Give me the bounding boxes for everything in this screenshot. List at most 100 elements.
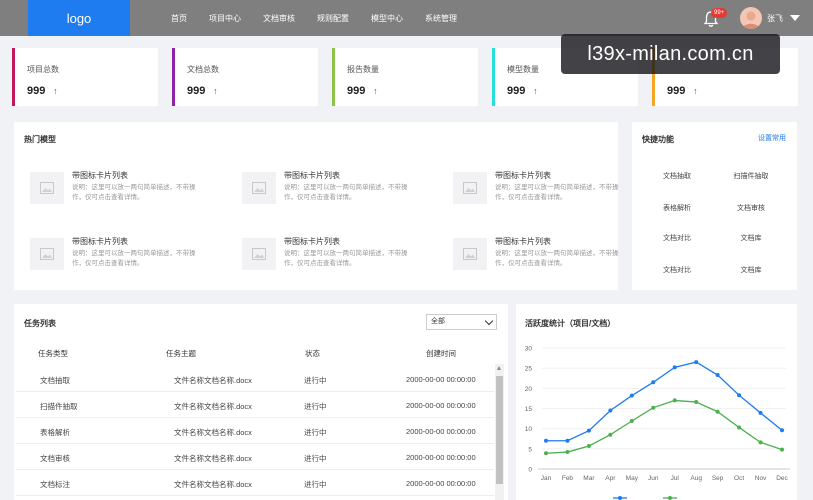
quick-function-item[interactable]: 文档审核	[721, 203, 781, 213]
select-value: 全部	[431, 318, 445, 325]
chevron-down-icon	[484, 316, 494, 326]
stat-title: 项目总数	[27, 65, 59, 74]
stat-card-documents: 文档总数 999 ↑	[172, 48, 318, 106]
x-tick-label: Aug	[690, 475, 702, 482]
quick-function-item[interactable]: 文档对比	[647, 233, 707, 243]
model-card[interactable]: 带图标卡片列表说明：这里可以放一两句简单描述，不带操作，仅可点击查看详情。	[453, 234, 633, 278]
stat-title: 文档总数	[187, 65, 219, 74]
table-row[interactable]: 表格解析 文件名称文档名称.docx 进行中 2000-00-00 00:00:00	[16, 418, 494, 444]
logo[interactable]: logo	[28, 0, 130, 36]
model-description: 说明：这里可以放一两句简单描述，不带操作，仅可点击查看详情。	[284, 184, 408, 201]
model-card[interactable]: 带图标卡片列表 说明：这里可以放一两句简单描述，不带操作，仅可点击查看详情。	[30, 234, 210, 278]
x-tick-label: Feb	[562, 475, 574, 482]
stat-value: 999	[187, 85, 206, 97]
scrollbar[interactable]	[495, 364, 504, 500]
table-row[interactable]: 扫描件抽取 文件名称文档名称.docx 进行中 2000-00-00 00:00:00	[16, 392, 494, 418]
table-cell: 2000-00-00 00:00:00	[406, 401, 476, 410]
data-point	[544, 451, 548, 456]
nav-document-review[interactable]: 文档审核	[252, 0, 306, 36]
nav-rule-config[interactable]: 规则配置	[306, 0, 360, 36]
user-name[interactable]: 张飞	[767, 13, 783, 24]
data-point	[737, 425, 742, 430]
image-placeholder-icon	[453, 172, 487, 204]
data-point	[586, 428, 591, 433]
y-tick-label: 30	[525, 346, 533, 353]
model-description: 说明：这里可以放一两句简单描述，不带操作，仅可点击查看详情。	[495, 250, 619, 267]
quick-function-item[interactable]: 表格解析	[647, 203, 707, 213]
legend-dot	[668, 496, 672, 500]
table-row[interactable]: 文档抽取 文件名称文档名称.docx 进行中 2000-00-00 00:00:00	[16, 366, 494, 392]
nav-model-center[interactable]: 模型中心	[360, 0, 414, 36]
data-point	[565, 450, 570, 455]
model-card[interactable]: 带图标卡片列表 说明：这里可以放一两句简单描述，不带操作，仅可点击查看详情。	[453, 168, 633, 212]
quick-function-item[interactable]: 文档库	[721, 233, 781, 243]
table-cell: 进行中	[304, 402, 327, 411]
y-tick-label: 25	[525, 366, 533, 373]
x-tick-label: Apr	[605, 475, 616, 482]
data-point	[780, 428, 784, 433]
arrow-up-icon: ↑	[373, 86, 378, 96]
stat-card-reports: 报告数量 999 ↑	[332, 48, 478, 106]
image-placeholder-icon	[30, 172, 64, 204]
data-point	[651, 405, 656, 410]
y-tick-label: 5	[528, 446, 532, 453]
table-cell: 文件名称文档名称.docx	[174, 402, 252, 411]
table-row[interactable]: 文档标注 文件名称文档名称.docx 进行中 2000-00-00 00:00:00	[16, 470, 494, 496]
table-cell: 文档抽取	[40, 376, 70, 385]
panel-title: 热门模型	[24, 135, 56, 144]
watermark: l39x-milan.com.cn	[561, 34, 780, 74]
y-tick-label: 0	[528, 467, 532, 474]
data-point	[544, 438, 548, 443]
table-cell: 2000-00-00 00:00:00	[406, 375, 476, 384]
image-placeholder-icon	[242, 238, 276, 270]
model-title: 带图标卡片列表	[495, 237, 551, 246]
scroll-up-icon[interactable]	[497, 366, 501, 370]
notification-badge: 99+	[711, 8, 728, 18]
data-point	[694, 360, 699, 365]
table-cell: 进行中	[304, 376, 327, 385]
x-tick-label: Nov	[755, 475, 767, 482]
data-point	[715, 373, 720, 378]
nav-system-admin[interactable]: 系统管理	[414, 0, 468, 36]
legend-dot	[618, 496, 622, 500]
data-point	[780, 447, 784, 452]
column-header: 状态	[305, 349, 320, 358]
column-header: 任务类型	[38, 349, 68, 358]
main-nav: 首页 项目中心 文档审核 规则配置 模型中心 系统管理	[160, 0, 468, 36]
data-point	[651, 380, 656, 385]
arrow-up-icon: ↑	[533, 86, 538, 96]
stat-value: 999	[507, 85, 526, 97]
activity-line-chart: 0 5 10 15 20 25 30 Jan Feb Mar Apr May Jun Jul Aug Sep O…	[525, 346, 790, 500]
stat-card-projects: 项目总数 999 ↑	[12, 48, 158, 106]
image-placeholder-icon	[242, 172, 276, 204]
quick-function-item[interactable]: 文档对比	[647, 265, 707, 275]
scrollbar-thumb[interactable]	[496, 376, 503, 484]
avatar[interactable]	[740, 7, 762, 29]
quick-function-item[interactable]: 文档库	[721, 265, 781, 275]
stat-value: 999	[347, 85, 366, 97]
table-cell: 文件名称文档名称.docx	[174, 428, 252, 437]
status-filter-select[interactable]: 全部	[426, 314, 497, 330]
model-title: 带图标卡片列表	[284, 237, 340, 246]
table-cell: 文件名称文档名称.docx	[174, 454, 252, 463]
quick-function-item[interactable]: 文档抽取	[647, 171, 707, 181]
column-header: 任务主题	[166, 349, 196, 358]
nav-projects[interactable]: 项目中心	[198, 0, 252, 36]
nav-home[interactable]: 首页	[160, 0, 198, 36]
model-title: 带图标卡片列表	[72, 171, 128, 180]
arrow-up-icon: ↑	[693, 86, 698, 96]
model-title: 带图标卡片列表	[495, 171, 551, 180]
table-row[interactable]: 文档审核 文件名称文档名称.docx 进行中 2000-00-00 00:00:00	[16, 444, 494, 470]
chevron-down-icon[interactable]	[790, 15, 800, 21]
model-card[interactable]: 带图标卡片列表 说明：这里可以放一两句简单描述，不带操作，仅可点击查看详情。	[242, 234, 422, 278]
x-tick-label: Jan	[541, 475, 552, 482]
table-cell: 文件名称文档名称.docx	[174, 480, 252, 489]
model-card[interactable]: 带图标卡片列表 说明：这里可以放一两句简单描述，不带操作，仅可点击查看详情。	[242, 168, 422, 212]
image-placeholder-icon	[453, 238, 487, 270]
quick-function-item[interactable]: 扫描件抽取	[721, 171, 781, 181]
set-favorites-link[interactable]: 设置常用	[758, 133, 786, 143]
model-title: 带图标卡片列表	[72, 237, 128, 246]
model-card[interactable]: 带图标卡片列表 说明：这里可以放一两句简单描述，不带操作，仅可点击查看详情。	[30, 168, 210, 212]
image-placeholder-icon	[30, 238, 64, 270]
data-point	[586, 444, 591, 449]
